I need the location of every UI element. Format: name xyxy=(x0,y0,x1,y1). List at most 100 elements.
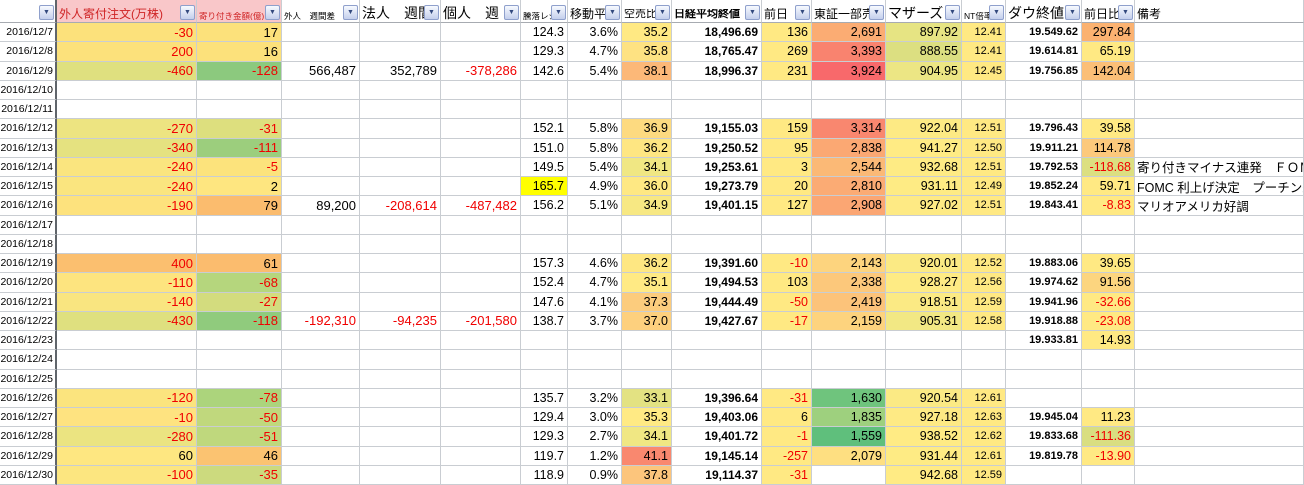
cell-cw[interactable]: 352,789 xyxy=(360,62,441,81)
cell-np[interactable]: -1 xyxy=(762,427,812,446)
date-cell[interactable]: 2016/12/26 xyxy=(0,389,57,408)
filter-dropdown-icon[interactable]: ▼ xyxy=(265,5,280,20)
cell-dp[interactable] xyxy=(1082,235,1135,254)
cell-note[interactable] xyxy=(1135,139,1304,158)
cell-np[interactable]: -17 xyxy=(762,312,812,331)
cell-nk[interactable] xyxy=(672,370,762,389)
cell-note[interactable]: FOMC 利上げ決定 プーチン来日 xyxy=(1135,177,1304,196)
cell-note[interactable] xyxy=(1135,216,1304,235)
cell-dw[interactable] xyxy=(1006,235,1082,254)
cell-fw[interactable] xyxy=(282,254,360,273)
cell-note[interactable] xyxy=(1135,331,1304,350)
cell-nk[interactable] xyxy=(672,216,762,235)
cell-note[interactable] xyxy=(1135,466,1304,485)
cell-fo[interactable] xyxy=(57,331,197,350)
cell-fw[interactable] xyxy=(282,216,360,235)
cell-np[interactable] xyxy=(762,331,812,350)
cell-ma[interactable]: 5.4% xyxy=(568,62,622,81)
cell-mo[interactable]: 932.68 xyxy=(886,158,962,177)
cell-mo[interactable] xyxy=(886,350,962,369)
date-cell[interactable]: 2016/12/24 xyxy=(0,350,57,369)
cell-ad[interactable]: 152.4 xyxy=(521,273,568,292)
cell-dp[interactable]: 14.93 xyxy=(1082,331,1135,350)
cell-iw[interactable] xyxy=(441,235,521,254)
cell-fo[interactable] xyxy=(57,216,197,235)
cell-nt[interactable] xyxy=(962,81,1006,100)
date-cell[interactable]: 2016/12/28 xyxy=(0,427,57,446)
cell-fo[interactable]: -430 xyxy=(57,312,197,331)
cell-iw[interactable] xyxy=(441,81,521,100)
filter-dropdown-icon[interactable]: ▼ xyxy=(1118,5,1133,20)
cell-fw[interactable] xyxy=(282,177,360,196)
cell-mo[interactable]: 905.31 xyxy=(886,312,962,331)
cell-dw[interactable] xyxy=(1006,350,1082,369)
cell-ma[interactable] xyxy=(568,350,622,369)
cell-dp[interactable]: 297.84 xyxy=(1082,23,1135,42)
cell-nt[interactable]: 12.51 xyxy=(962,158,1006,177)
cell-fo[interactable]: -270 xyxy=(57,119,197,138)
cell-dw[interactable]: 19.941.96 xyxy=(1006,293,1082,312)
filter-dropdown-icon[interactable]: ▼ xyxy=(745,5,760,20)
cell-ad[interactable] xyxy=(521,235,568,254)
cell-nt[interactable]: 12.41 xyxy=(962,42,1006,61)
cell-sr[interactable]: 34.1 xyxy=(622,158,672,177)
cell-nt[interactable]: 12.52 xyxy=(962,254,1006,273)
cell-ts[interactable]: 1,630 xyxy=(812,389,886,408)
cell-fw[interactable] xyxy=(282,100,360,119)
cell-fw[interactable] xyxy=(282,139,360,158)
cell-ma[interactable]: 4.1% xyxy=(568,293,622,312)
cell-nk[interactable]: 19,155.03 xyxy=(672,119,762,138)
cell-oa[interactable] xyxy=(197,216,282,235)
date-cell[interactable]: 2016/12/19 xyxy=(0,254,57,273)
cell-sr[interactable] xyxy=(622,370,672,389)
cell-note[interactable]: マリオアメリカ好調 xyxy=(1135,196,1304,215)
cell-nk[interactable] xyxy=(672,235,762,254)
cell-nt[interactable]: 12.62 xyxy=(962,427,1006,446)
cell-note[interactable] xyxy=(1135,427,1304,446)
cell-dw[interactable]: 19.974.62 xyxy=(1006,273,1082,292)
date-cell[interactable]: 2016/12/12 xyxy=(0,119,57,138)
cell-sr[interactable]: 34.1 xyxy=(622,427,672,446)
cell-mo[interactable]: 904.95 xyxy=(886,62,962,81)
cell-ad[interactable] xyxy=(521,216,568,235)
filter-dropdown-icon[interactable]: ▼ xyxy=(343,5,358,20)
cell-nk[interactable] xyxy=(672,331,762,350)
cell-mo[interactable]: 938.52 xyxy=(886,427,962,446)
cell-oa[interactable]: -51 xyxy=(197,427,282,446)
date-cell[interactable]: 2016/12/17 xyxy=(0,216,57,235)
cell-np[interactable]: 127 xyxy=(762,196,812,215)
cell-mo[interactable]: 920.54 xyxy=(886,389,962,408)
cell-ma[interactable] xyxy=(568,81,622,100)
cell-oa[interactable]: -35 xyxy=(197,466,282,485)
cell-dw[interactable]: 19.911.21 xyxy=(1006,139,1082,158)
cell-cw[interactable] xyxy=(360,216,441,235)
cell-ad[interactable] xyxy=(521,331,568,350)
cell-cw[interactable] xyxy=(360,235,441,254)
filter-dropdown-icon[interactable]: ▼ xyxy=(795,5,810,20)
cell-mo[interactable]: 918.51 xyxy=(886,293,962,312)
cell-fw[interactable]: 89,200 xyxy=(282,196,360,215)
cell-np[interactable] xyxy=(762,81,812,100)
cell-fw[interactable] xyxy=(282,23,360,42)
cell-fo[interactable]: -140 xyxy=(57,293,197,312)
cell-fw[interactable] xyxy=(282,293,360,312)
cell-note[interactable] xyxy=(1135,254,1304,273)
cell-note[interactable] xyxy=(1135,370,1304,389)
cell-cw[interactable] xyxy=(360,23,441,42)
cell-dp[interactable]: 39.65 xyxy=(1082,254,1135,273)
cell-ma[interactable] xyxy=(568,370,622,389)
cell-ts[interactable]: 3,393 xyxy=(812,42,886,61)
cell-fo[interactable] xyxy=(57,100,197,119)
cell-nk[interactable]: 19,427.67 xyxy=(672,312,762,331)
date-cell[interactable]: 2016/12/20 xyxy=(0,273,57,292)
cell-ma[interactable]: 4.6% xyxy=(568,254,622,273)
cell-ma[interactable]: 0.9% xyxy=(568,466,622,485)
cell-fo[interactable]: -190 xyxy=(57,196,197,215)
cell-ad[interactable]: 118.9 xyxy=(521,466,568,485)
cell-dp[interactable] xyxy=(1082,81,1135,100)
filter-dropdown-icon[interactable]: ▼ xyxy=(945,5,960,20)
cell-dw[interactable] xyxy=(1006,389,1082,408)
date-cell[interactable]: 2016/12/9 xyxy=(0,62,57,81)
cell-dw[interactable] xyxy=(1006,100,1082,119)
cell-sr[interactable]: 33.1 xyxy=(622,389,672,408)
